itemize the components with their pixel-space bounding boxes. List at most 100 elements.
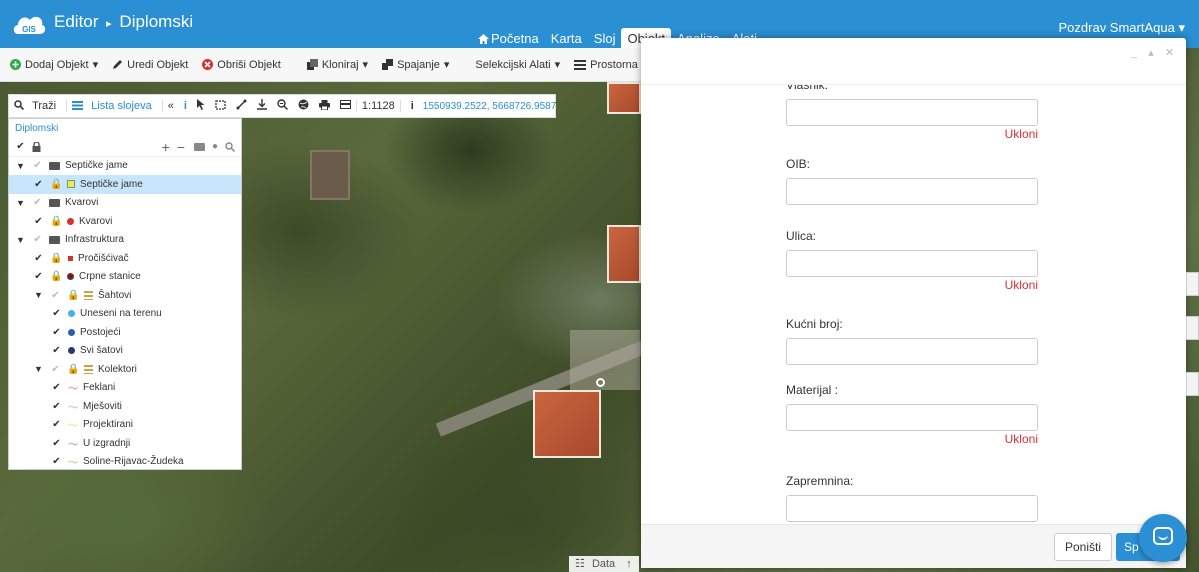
edit-object-button[interactable]: Uredi Objekt bbox=[112, 59, 188, 71]
layer-row[interactable]: ✔ 〜 Projektirani bbox=[9, 416, 241, 435]
data-panel-toggle[interactable]: ☷ Data ↑ bbox=[569, 556, 639, 572]
info-tool-icon[interactable]: i bbox=[179, 100, 192, 112]
add-object-button[interactable]: Dodaj Objekt ▾ bbox=[10, 58, 98, 71]
visibility-check-icon[interactable]: ✔ bbox=[33, 271, 44, 282]
chevron-down-icon[interactable]: ▼ bbox=[33, 290, 44, 300]
nav-item-karta[interactable]: Karta bbox=[545, 28, 588, 48]
layer-row[interactable]: ✔ 🔒 Septičke jame bbox=[9, 175, 241, 194]
selection-tools-button[interactable]: Selekcijski Alati ▾ bbox=[475, 58, 560, 72]
layer-row[interactable]: ✔ 〜 Mješoviti bbox=[9, 397, 241, 416]
attribute-field-label: Materijal : bbox=[786, 383, 839, 397]
visibility-check-icon[interactable]: ✔ bbox=[51, 327, 62, 338]
layer-group-row[interactable]: ▼ ✔ Infrastruktura bbox=[9, 231, 241, 250]
attribute-field-input[interactable] bbox=[786, 338, 1038, 365]
layer-row[interactable]: ✔ 〜 U izgradnji bbox=[9, 434, 241, 453]
layer-panel: Diplomski ✔ + − ● ▼ ✔ Septičke jame ✔ 🔒 Septi… bbox=[8, 118, 242, 470]
nav-home[interactable]: Početna bbox=[472, 28, 545, 48]
add-layer-icon[interactable]: + bbox=[162, 139, 170, 155]
lock-icon[interactable]: 🔒 bbox=[50, 216, 62, 227]
merge-button[interactable]: Spajanje ▾ bbox=[382, 58, 449, 71]
search-button[interactable]: Traži bbox=[9, 100, 66, 112]
map-toolbar: Traži Lista slojeva « i 1:1128 i 1550939.… bbox=[8, 94, 556, 118]
visibility-check-icon[interactable]: ✔ bbox=[50, 290, 61, 301]
gis-cloud-logo[interactable]: GIS bbox=[12, 12, 46, 36]
visibility-check-icon[interactable]: ✔ bbox=[33, 179, 44, 190]
chevron-down-icon[interactable]: ▼ bbox=[15, 198, 26, 208]
visibility-check-icon[interactable]: ✔ bbox=[33, 253, 44, 264]
list-icon bbox=[72, 101, 84, 110]
lock-icon[interactable]: 🔒 bbox=[67, 364, 79, 375]
measure-tool-icon[interactable] bbox=[231, 99, 252, 113]
map-side-control[interactable] bbox=[1186, 272, 1199, 296]
download-icon[interactable] bbox=[252, 99, 272, 113]
layer-group-row[interactable]: ▼ ✔ 🔒 Kolektori bbox=[9, 360, 241, 379]
visibility-check-icon[interactable]: ✔ bbox=[33, 216, 44, 227]
layer-row[interactable]: ✔ 🔒 Kvarovi bbox=[9, 212, 241, 231]
cancel-button[interactable]: Poništi bbox=[1053, 533, 1112, 561]
remove-field-link[interactable]: Ukloni bbox=[1005, 432, 1038, 446]
visibility-check-icon[interactable]: ✔ bbox=[32, 160, 43, 171]
app-name[interactable]: Editor bbox=[54, 12, 98, 31]
visibility-check-icon[interactable]: ✔ bbox=[51, 382, 62, 393]
layer-row[interactable]: ✔ Uneseni na terenu bbox=[9, 305, 241, 324]
attribute-field-input[interactable] bbox=[786, 404, 1038, 431]
lock-icon[interactable]: 🔒 bbox=[50, 253, 62, 264]
lock-icon[interactable]: 🔒 bbox=[67, 290, 79, 301]
attribute-field-input[interactable] bbox=[786, 495, 1038, 522]
check-icon[interactable]: ✔ bbox=[15, 141, 26, 152]
dialog-window-controls[interactable]: _ ▴ ✕ bbox=[1131, 46, 1178, 59]
layer-row[interactable]: ✔ Svi šatovi bbox=[9, 342, 241, 361]
map-side-control[interactable] bbox=[1186, 316, 1199, 340]
attribute-field-input[interactable] bbox=[786, 178, 1038, 205]
chevron-down-icon[interactable]: ▼ bbox=[33, 364, 44, 374]
print-icon[interactable] bbox=[314, 99, 335, 113]
attribute-field-input[interactable] bbox=[786, 99, 1038, 126]
clone-button[interactable]: Kloniraj ▾ bbox=[306, 58, 368, 71]
lock-icon[interactable]: 🔒 bbox=[50, 179, 62, 190]
visibility-check-icon[interactable]: ✔ bbox=[50, 364, 61, 375]
folder-icon[interactable] bbox=[193, 142, 205, 151]
visibility-check-icon[interactable]: ✔ bbox=[51, 456, 62, 467]
visibility-check-icon[interactable]: ✔ bbox=[32, 197, 43, 208]
visibility-check-icon[interactable]: ✔ bbox=[51, 308, 62, 319]
user-menu[interactable]: Pozdrav SmartAqua ▾ bbox=[1059, 20, 1186, 36]
globe-icon[interactable] bbox=[293, 99, 314, 113]
attribute-field-label: Zapremnina: bbox=[786, 474, 854, 488]
collapse-panel-button[interactable]: « bbox=[161, 100, 179, 112]
project-name[interactable]: Diplomski bbox=[119, 12, 193, 31]
layer-row[interactable]: ✔ 〜 Soline-Rijavac-Žudeka bbox=[9, 453, 241, 469]
layer-row[interactable]: ✔ Postojeći bbox=[9, 323, 241, 342]
chevron-down-icon[interactable]: ▼ bbox=[15, 161, 26, 171]
lock-icon[interactable] bbox=[32, 141, 41, 152]
visibility-check-icon[interactable]: ✔ bbox=[51, 438, 62, 449]
nav-item-sloj[interactable]: Sloj bbox=[588, 28, 622, 48]
layer-breadcrumb[interactable]: Diplomski bbox=[9, 119, 241, 138]
map-side-control[interactable] bbox=[1186, 372, 1199, 396]
layer-group-row[interactable]: ▼ ✔ Septičke jame bbox=[9, 157, 241, 176]
zoom-to-layer-icon[interactable] bbox=[225, 142, 235, 152]
layer-row[interactable]: ✔ 🔒 Crpne stanice bbox=[9, 268, 241, 287]
support-chat-button[interactable] bbox=[1139, 514, 1187, 562]
layer-group-row[interactable]: ▼ ✔ Kvarovi bbox=[9, 194, 241, 213]
zoom-icon[interactable] bbox=[272, 99, 293, 113]
user-icon[interactable]: ● bbox=[212, 141, 218, 152]
visibility-check-icon[interactable]: ✔ bbox=[32, 234, 43, 245]
remove-field-link[interactable]: Ukloni bbox=[1005, 127, 1038, 141]
visibility-check-icon[interactable]: ✔ bbox=[51, 419, 62, 430]
lock-icon[interactable]: 🔒 bbox=[50, 271, 62, 282]
fullscreen-icon[interactable] bbox=[335, 100, 356, 112]
remove-field-link[interactable]: Ukloni bbox=[1005, 278, 1038, 292]
visibility-check-icon[interactable]: ✔ bbox=[51, 401, 62, 412]
layer-row[interactable]: ✔ 🔒 Pročišćivač bbox=[9, 249, 241, 268]
attribute-field-input[interactable] bbox=[786, 250, 1038, 277]
layer-list-button[interactable]: Lista slojeva bbox=[66, 100, 162, 112]
chevron-down-icon[interactable]: ▼ bbox=[15, 235, 26, 245]
remove-layer-icon[interactable]: − bbox=[177, 139, 185, 155]
box-select-icon[interactable] bbox=[210, 99, 231, 113]
layer-row[interactable]: ✔ 〜 Feklani bbox=[9, 379, 241, 398]
delete-object-button[interactable]: Obriši Objekt bbox=[202, 59, 281, 71]
pointer-tool-icon[interactable] bbox=[192, 99, 210, 113]
map-vertex-marker[interactable] bbox=[596, 378, 605, 387]
layer-group-row[interactable]: ▼ ✔ 🔒 Šahtovi bbox=[9, 286, 241, 305]
visibility-check-icon[interactable]: ✔ bbox=[51, 345, 62, 356]
